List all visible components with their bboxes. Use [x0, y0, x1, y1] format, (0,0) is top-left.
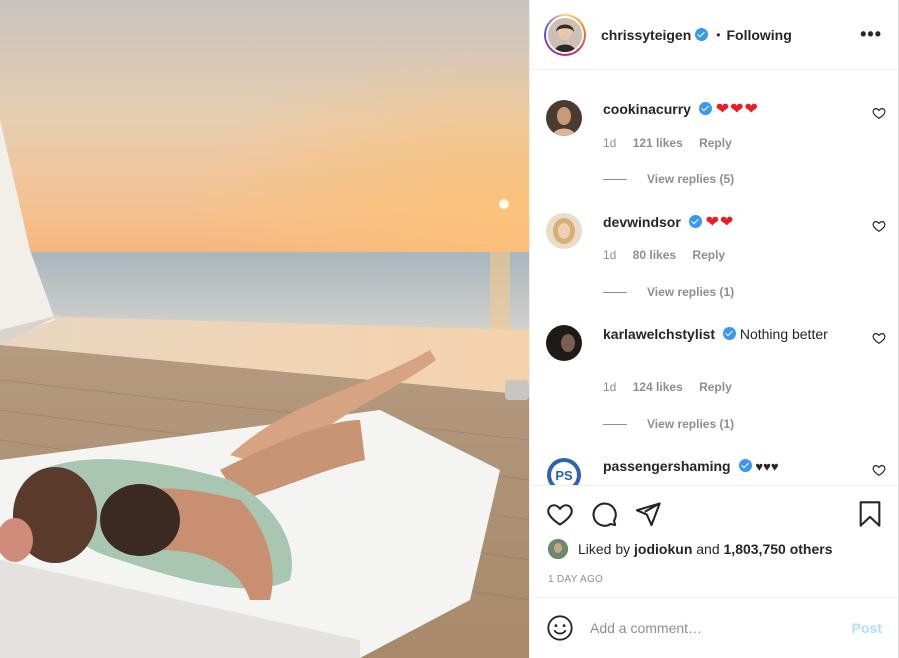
- comment-username[interactable]: cookinacurry: [603, 101, 691, 117]
- comment-meta: 1d 80 likes Reply: [603, 248, 738, 262]
- comment-time[interactable]: 1d: [603, 380, 616, 394]
- view-replies-label: View replies (1): [647, 417, 735, 431]
- add-comment-bar: Add a comment… Post: [530, 597, 898, 658]
- commenter-avatar[interactable]: [546, 325, 582, 361]
- comment-body: cookinacurry ❤❤❤: [603, 100, 843, 119]
- view-replies-label: View replies (5): [647, 172, 735, 186]
- comment-body: passengershaming ♥♥♥: [603, 457, 843, 476]
- reply-button[interactable]: Reply: [699, 380, 732, 394]
- verified-icon: [738, 459, 752, 472]
- more-icon[interactable]: •••: [860, 24, 882, 45]
- comment-likes[interactable]: 124 likes: [633, 380, 683, 394]
- comment-likes[interactable]: 121 likes: [633, 136, 683, 150]
- svg-text:PS: PS: [555, 468, 573, 483]
- commenter-avatar[interactable]: [546, 100, 582, 136]
- avatar-portrait-icon: [548, 539, 568, 559]
- avatar-portrait-icon: [546, 325, 582, 361]
- author-avatar[interactable]: [544, 13, 586, 56]
- commenter-avatar[interactable]: [546, 213, 582, 249]
- avatar-portrait-icon: [546, 100, 582, 136]
- comment-text: Nothing better: [739, 326, 828, 342]
- post-dialog: chrissyteigen • Following ••• cookinacur…: [0, 0, 899, 658]
- view-replies-button[interactable]: View replies (1): [603, 417, 734, 431]
- comment-like-heart-icon[interactable]: [872, 219, 886, 233]
- liker-avatar[interactable]: [548, 539, 568, 559]
- avatar-portrait-icon: [548, 17, 582, 52]
- comment-time[interactable]: 1d: [603, 248, 616, 262]
- comment-like-heart-icon[interactable]: [872, 331, 886, 345]
- heart-icon[interactable]: [546, 500, 574, 528]
- comment-meta: 1d 124 likes Reply: [603, 380, 745, 394]
- verified-icon: [695, 28, 709, 41]
- liked-by-conj: and: [696, 541, 720, 557]
- comment-icon[interactable]: [590, 500, 618, 528]
- comment-body: karlawelchstylist Nothing better: [603, 325, 843, 344]
- comment-emoji: ❤❤❤: [715, 101, 759, 118]
- comment-emoji: ♥♥♥: [755, 459, 779, 474]
- author-username[interactable]: chrissyteigen: [601, 27, 691, 43]
- bookmark-icon[interactable]: [856, 500, 884, 528]
- comment-emoji: ❤❤: [705, 214, 735, 231]
- comment-username[interactable]: passengershaming: [603, 458, 731, 474]
- comment-meta: 1d 121 likes Reply: [603, 136, 745, 150]
- comment-time[interactable]: 1d: [603, 136, 616, 150]
- comment-like-heart-icon[interactable]: [872, 106, 886, 120]
- reply-button[interactable]: Reply: [699, 136, 732, 150]
- replies-divider: [603, 178, 627, 180]
- verified-icon: [722, 327, 736, 340]
- likes-count[interactable]: 1,803,750 others: [724, 541, 833, 557]
- smile-icon[interactable]: [546, 614, 574, 642]
- comment-input[interactable]: Add a comment…: [590, 620, 852, 636]
- liked-by-user[interactable]: jodiokun: [634, 541, 692, 557]
- replies-divider: [603, 423, 627, 425]
- view-replies-label: View replies (1): [647, 285, 735, 299]
- action-icons: [546, 500, 662, 528]
- comment-username[interactable]: karlawelchstylist: [603, 326, 715, 342]
- verified-icon: [698, 102, 712, 115]
- post-button[interactable]: Post: [852, 620, 882, 636]
- post-timestamp[interactable]: 1 DAY AGO: [548, 574, 603, 585]
- author-avatar-image: [546, 15, 584, 54]
- post-header: chrissyteigen • Following •••: [530, 0, 898, 70]
- comment-username[interactable]: devwindsor: [603, 214, 681, 230]
- ps-logo-icon: PS: [546, 457, 582, 485]
- beach-sunset-image: [0, 0, 529, 658]
- liked-by: Liked by jodiokun and 1,803,750 others: [548, 539, 832, 559]
- comment-likes[interactable]: 80 likes: [633, 248, 676, 262]
- view-replies-button[interactable]: View replies (1): [603, 285, 734, 299]
- comment-like-heart-icon[interactable]: [872, 463, 886, 477]
- reply-button[interactable]: Reply: [692, 248, 725, 262]
- post-actions: Liked by jodiokun and 1,803,750 others 1…: [530, 485, 898, 585]
- comments-list[interactable]: cookinacurry ❤❤❤ 1d 121 likes Reply View…: [530, 71, 898, 485]
- post-photo[interactable]: [0, 0, 529, 658]
- share-icon[interactable]: [634, 500, 662, 528]
- avatar-portrait-icon: [546, 213, 582, 249]
- post-side-panel: chrissyteigen • Following ••• cookinacur…: [529, 0, 899, 658]
- following-button[interactable]: Following: [726, 27, 791, 43]
- comment-body: devwindsor ❤❤: [603, 213, 843, 232]
- liked-by-prefix: Liked by: [578, 541, 631, 557]
- verified-icon: [688, 215, 702, 228]
- separator-dot: •: [716, 27, 721, 42]
- commenter-avatar[interactable]: PS: [546, 457, 582, 485]
- view-replies-button[interactable]: View replies (5): [603, 172, 734, 186]
- replies-divider: [603, 291, 627, 293]
